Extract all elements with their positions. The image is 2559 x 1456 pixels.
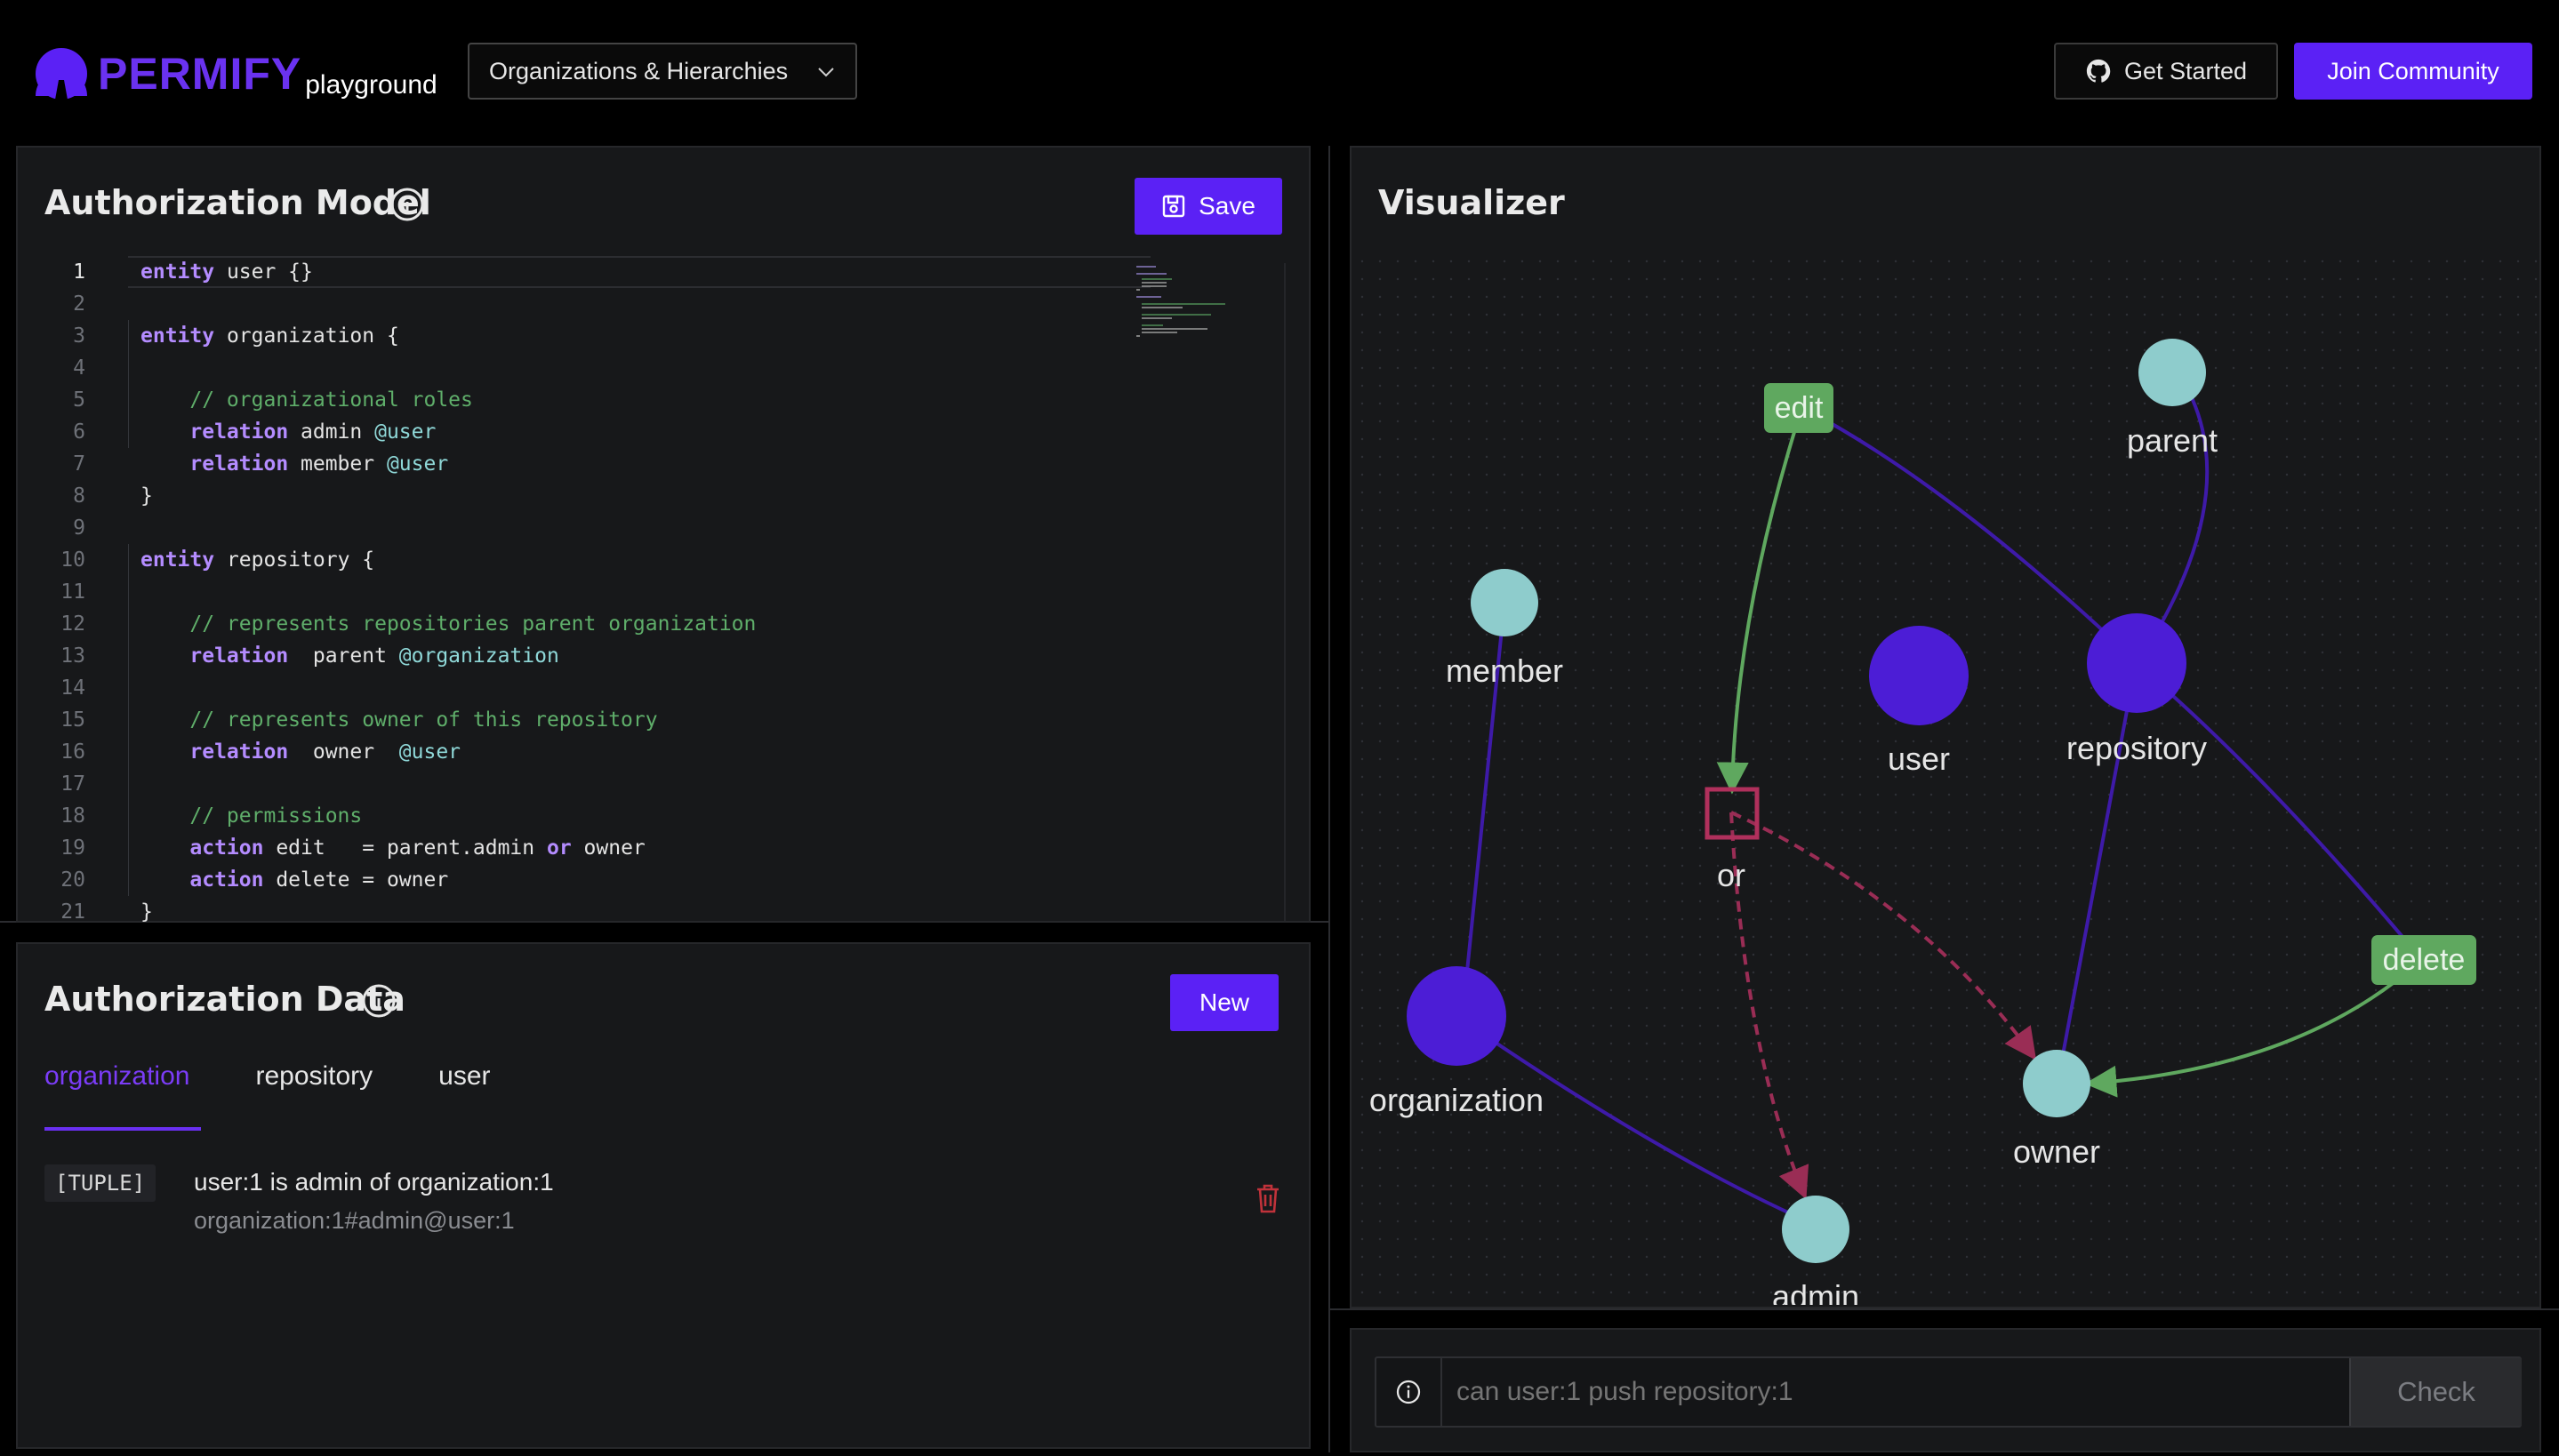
get-started-button[interactable]: Get Started <box>2054 43 2278 100</box>
check-label: Check <box>2397 1376 2475 1407</box>
svg-text:edit: edit <box>1775 391 1824 425</box>
save-label: Save <box>1199 192 1255 220</box>
code-line: 13 relation parent @organization <box>60 644 559 668</box>
permission-check-input[interactable] <box>1456 1358 2346 1426</box>
editor-scrollbar[interactable] <box>1284 263 1286 921</box>
authorization-data-title: Authorization Data <box>44 980 405 1019</box>
svg-text:organization: organization <box>1369 1082 1544 1118</box>
authorization-data-panel: Authorization Data New organization repo… <box>16 942 1311 1449</box>
info-icon[interactable] <box>389 187 425 222</box>
tuple-raw: organization:1#admin@user:1 <box>194 1207 515 1234</box>
right-horizontal-divider[interactable] <box>1330 1308 2559 1310</box>
code-line: 14 <box>60 676 85 700</box>
tab-user[interactable]: user <box>438 1061 490 1115</box>
code-line: 10 entity repository { <box>60 548 375 572</box>
example-select-value: Organizations & Hierarchies <box>489 57 789 84</box>
authorization-model-title: Authorization Model <box>44 183 431 222</box>
example-select[interactable]: Organizations & Hierarchies <box>468 43 857 100</box>
code-line: 20 action delete = owner <box>60 868 449 892</box>
trash-icon[interactable] <box>1254 1182 1282 1214</box>
github-icon <box>2086 59 2111 83</box>
join-community-button[interactable]: Join Community <box>2294 43 2532 100</box>
save-icon <box>1162 195 1185 218</box>
check-info-button[interactable] <box>1376 1358 1442 1426</box>
tab-organization[interactable]: organization <box>44 1061 189 1115</box>
new-label: New <box>1199 988 1249 1016</box>
chevron-down-icon <box>818 68 834 77</box>
code-line: 3 entity organization { <box>73 324 399 348</box>
code-line: 7 relation member @user <box>73 452 449 476</box>
code-line: 19 action edit = parent.admin or owner <box>60 836 646 860</box>
tuple-row: [TUPLE] user:1 is admin of organization:… <box>44 1164 1279 1253</box>
check-button[interactable]: Check <box>2349 1358 2522 1426</box>
svg-text:or: or <box>1717 857 1745 893</box>
code-line: 12 // represents repositories parent org… <box>60 612 757 636</box>
entity-tabs: organization repository user <box>44 1061 557 1115</box>
new-tuple-button[interactable]: New <box>1170 974 1279 1031</box>
visualizer-panel: Visualizer edit parent member user repos… <box>1350 146 2541 1308</box>
check-bar: Check <box>1375 1356 2522 1428</box>
code-line: 9 <box>73 516 85 540</box>
svg-text:repository: repository <box>2066 730 2207 766</box>
svg-text:parent: parent <box>2127 422 2218 459</box>
visualizer-title: Visualizer <box>1378 183 1565 222</box>
save-button[interactable]: Save <box>1135 178 1282 235</box>
code-line: 2 <box>73 292 85 316</box>
code-line: 21} <box>60 900 153 923</box>
vertical-divider[interactable] <box>1328 146 1330 1452</box>
join-community-label: Join Community <box>2327 57 2499 84</box>
info-icon[interactable] <box>361 983 397 1019</box>
get-started-label: Get Started <box>2123 57 2248 84</box>
tuple-description: user:1 is admin of organization:1 <box>194 1168 554 1196</box>
tuple-tag: [TUPLE] <box>44 1164 156 1202</box>
svg-text:owner: owner <box>2013 1133 2100 1170</box>
node-delete[interactable]: delete <box>2371 935 2476 985</box>
code-line: 16 relation owner @user <box>60 740 461 764</box>
tab-repository[interactable]: repository <box>255 1061 373 1115</box>
active-tab-indicator <box>44 1127 201 1131</box>
permify-logo-icon <box>36 48 87 100</box>
code-line: 8} <box>73 484 153 508</box>
logo-text: PERMIFY <box>98 49 302 99</box>
code-line: 11 <box>60 580 85 604</box>
check-panel: Check <box>1350 1328 2541 1452</box>
authorization-model-panel: Authorization Model Save 1 entity user {}… <box>16 146 1311 923</box>
code-line: 15 // represents owner of this repositor… <box>60 708 658 732</box>
code-line: 6 relation admin @user <box>73 420 437 444</box>
svg-text:admin: admin <box>1772 1278 1859 1305</box>
top-bar: PERMIFY playground Organizations & Hiera… <box>0 0 2559 142</box>
svg-text:delete: delete <box>2383 943 2466 977</box>
code-line: 17 <box>60 772 85 796</box>
node-edit[interactable]: edit <box>1764 383 1833 433</box>
code-minimap[interactable] <box>1136 263 1270 352</box>
code-editor[interactable]: 1 entity user {} 2 3 entity organization {… <box>18 256 1263 923</box>
code-line: 1 entity user {} <box>73 260 313 284</box>
logo-subtitle: playground <box>305 70 437 100</box>
svg-text:member: member <box>1446 652 1563 689</box>
code-line: 5 // organizational roles <box>73 388 473 412</box>
svg-text:user: user <box>1888 740 1950 777</box>
permify-logo[interactable]: PERMIFY playground <box>32 44 437 103</box>
code-line: 18 // permissions <box>60 804 363 828</box>
info-icon <box>1396 1380 1421 1404</box>
relationship-graph[interactable]: edit parent member user repository or de… <box>1353 254 2539 1305</box>
code-line: 4 <box>73 356 85 380</box>
